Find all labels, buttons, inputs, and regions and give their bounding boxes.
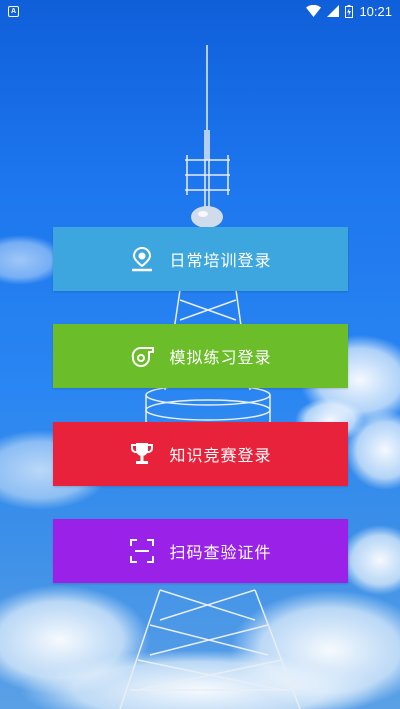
notification-icon: A <box>8 5 19 17</box>
daily-training-login-button[interactable]: 日常培训登录 <box>53 227 348 291</box>
status-bar: A 10:21 <box>0 0 400 22</box>
mock-practice-login-button[interactable]: 模拟练习登录 <box>53 324 348 388</box>
knowledge-contest-label: 知识竞赛登录 <box>169 446 272 465</box>
trophy-icon <box>129 441 155 467</box>
pen-tip-icon <box>129 246 155 272</box>
status-right: 10:21 <box>306 4 392 19</box>
whistle-icon <box>129 343 155 369</box>
scan-verify-certificate-button[interactable]: 扫码查验证件 <box>53 519 348 583</box>
scan-verify-label: 扫码查验证件 <box>169 543 272 562</box>
app-screen: A 10:21 日常培训登录 模拟练习登录 知识竞赛登录 扫码查验证件 <box>0 0 400 709</box>
status-time: 10:21 <box>359 3 392 19</box>
wifi-icon <box>306 5 322 17</box>
knowledge-contest-login-button[interactable]: 知识竞赛登录 <box>53 422 348 486</box>
signal-icon <box>327 5 340 17</box>
daily-training-label: 日常培训登录 <box>169 251 272 270</box>
status-left: A <box>8 5 19 17</box>
scan-icon <box>129 538 155 564</box>
mock-practice-label: 模拟练习登录 <box>169 348 272 367</box>
battery-icon <box>345 4 354 18</box>
